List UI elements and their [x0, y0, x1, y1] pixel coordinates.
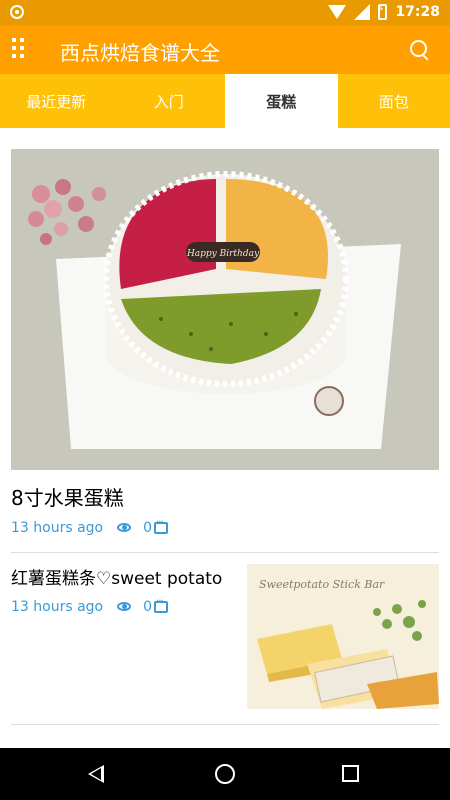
status-time: 17:28: [395, 4, 440, 20]
eye-icon: [117, 523, 133, 533]
search-icon[interactable]: [408, 38, 432, 62]
back-icon[interactable]: [88, 765, 104, 783]
comment-count: 0: [143, 520, 153, 536]
recipe-image-fruit-cake[interactable]: Happy Birthday: [11, 149, 439, 470]
recipe-list[interactable]: Happy Birthday 8寸水果蛋糕 13 hours ago 0 红薯蛋…: [0, 128, 450, 748]
eye-icon: [117, 602, 133, 612]
wifi-icon: [328, 5, 347, 19]
recipe-time: 13 hours ago: [11, 599, 104, 615]
category-tabs: 最近更新 入门 蛋糕 面包: [0, 74, 450, 128]
tab-beginner[interactable]: 入门: [113, 74, 226, 128]
recipe-image-sweet-potato[interactable]: Sweetpotato Stick Bar: [247, 564, 439, 709]
status-bar: 17:28: [0, 0, 450, 26]
recent-apps-icon[interactable]: [342, 765, 359, 782]
recipe-meta: 13 hours ago 0: [11, 517, 169, 536]
comment-icon: [154, 596, 169, 613]
grid-menu-icon[interactable]: [12, 38, 32, 62]
divider: [11, 552, 439, 553]
recipe-title[interactable]: 红薯蛋糕条♡sweet potato: [11, 564, 222, 589]
comment-count: 0: [143, 599, 153, 615]
app-bar: 西点烘焙食谱大全: [0, 26, 450, 74]
divider: [11, 724, 439, 725]
tab-cake[interactable]: 蛋糕: [225, 74, 338, 128]
home-icon[interactable]: [215, 764, 235, 784]
tab-bread[interactable]: 面包: [338, 74, 450, 128]
status-icons: 17:28: [328, 4, 440, 20]
image-caption: Sweetpotato Stick Bar: [259, 578, 385, 591]
battery-icon: [377, 4, 388, 20]
signal-icon: [354, 4, 371, 20]
tab-recent[interactable]: 最近更新: [0, 74, 113, 128]
notification-icon: [10, 5, 24, 19]
recipe-meta: 13 hours ago 0: [11, 596, 169, 615]
cake-plaque-text: Happy Birthday: [186, 249, 260, 259]
app-title: 西点烘焙食谱大全: [60, 41, 220, 65]
comment-icon: [154, 517, 169, 534]
recipe-title[interactable]: 8寸水果蛋糕: [11, 482, 124, 511]
recipe-time: 13 hours ago: [11, 520, 104, 536]
system-nav-bar: [0, 748, 450, 800]
